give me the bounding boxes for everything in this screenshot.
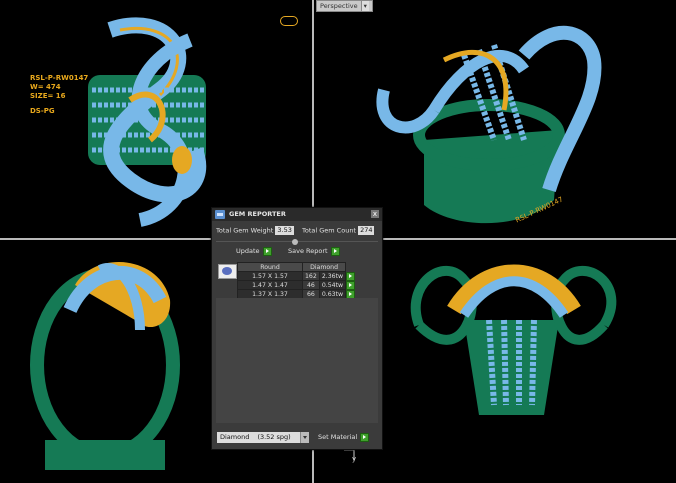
panel-title-bar[interactable]: GEM REPORTER x — [212, 208, 382, 221]
play-icon — [262, 246, 272, 256]
total-count-label: Total Gem Count — [302, 226, 356, 235]
gem-reporter-icon — [215, 210, 225, 219]
gem-reporter-panel: GEM REPORTER x Total Gem Weight 3.53 Tot… — [211, 207, 383, 450]
gem-weight: 2.36tw — [318, 271, 347, 281]
chevron-down-icon[interactable] — [300, 432, 309, 443]
material-select-value: Diamond — [220, 433, 250, 441]
gem-count: 162 — [302, 271, 320, 281]
total-weight-label: Total Gem Weight — [216, 226, 274, 235]
round-gem-icon — [218, 264, 237, 279]
total-weight-row: Total Gem Weight 3.53 — [216, 226, 294, 235]
set-material-label: Set Material — [318, 433, 358, 441]
viewport-perspective[interactable]: RSL-P-RW0147 Perspective ▾ — [314, 0, 676, 238]
play-icon — [360, 432, 370, 442]
gem-size: 1.57 X 1.57 — [237, 271, 303, 281]
chevron-down-icon[interactable]: ▾ — [360, 1, 369, 11]
update-label: Update — [236, 247, 260, 255]
spec-finish: DS-PG — [30, 107, 55, 115]
table-row: 1.47 X 1.47 46 0.54tw — [237, 280, 356, 290]
total-count-row: Total Gem Count 274 — [302, 226, 375, 235]
update-button[interactable]: Update — [236, 246, 272, 256]
gem-count: 46 — [302, 280, 320, 290]
panel-title: GEM REPORTER — [229, 210, 286, 218]
spec-label: RSL-P-RW0147 W= 474 SIZE= 16 DS-PG — [30, 74, 88, 116]
select-row-button[interactable] — [346, 280, 356, 290]
ring-top-view — [88, 17, 207, 227]
total-weight-value: 3.53 — [275, 226, 294, 235]
view-mode-label: Perspective — [320, 2, 358, 10]
table-row: 1.57 X 1.57 162 2.36tw — [237, 271, 356, 281]
material-header: Diamond — [301, 262, 347, 272]
view-mode-selector[interactable]: Perspective ▾ — [316, 0, 373, 12]
close-button[interactable]: x — [371, 210, 379, 218]
total-count-value: 274 — [358, 226, 375, 235]
select-row-button[interactable] — [346, 271, 356, 281]
gem-size: 1.47 X 1.47 — [237, 280, 303, 290]
spec-size: SIZE= 16 — [30, 92, 66, 100]
material-select[interactable]: Diamond (3.52 spg) — [217, 432, 309, 443]
material-sg: (3.52 spg) — [257, 433, 291, 441]
ring-perspective-view: RSL-P-RW0147 — [376, 25, 602, 224]
splitter-handle[interactable] — [292, 239, 298, 245]
shape-header: Round — [237, 262, 303, 272]
gem-table: Round Diamond 1.57 X 1.57 162 2.36tw 1.4… — [237, 262, 356, 299]
report-list-area[interactable] — [216, 298, 378, 423]
axis-y-label: y — [352, 455, 357, 463]
orbit-gizmo-icon[interactable] — [280, 16, 298, 26]
viewport-top[interactable]: RSL-P-RW0147 W= 474 SIZE= 16 DS-PG — [0, 0, 312, 238]
set-material-button[interactable]: Set Material — [318, 432, 370, 442]
gem-weight: 0.54tw — [318, 280, 347, 290]
spec-code: RSL-P-RW0147 — [30, 74, 89, 82]
spec-weight: W= 474 — [30, 83, 61, 91]
save-report-button[interactable]: Save Report — [288, 246, 340, 256]
play-icon — [330, 246, 340, 256]
save-report-label: Save Report — [288, 247, 328, 255]
